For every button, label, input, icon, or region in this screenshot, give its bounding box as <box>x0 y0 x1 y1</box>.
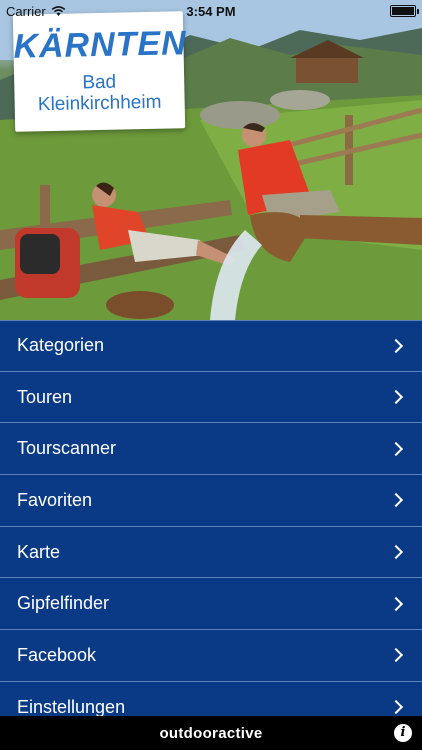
chevron-right-icon <box>388 493 404 508</box>
status-left: Carrier <box>6 4 66 19</box>
logo-wordmark: KÄRNTEN <box>13 24 188 66</box>
chevron-right-icon <box>388 648 404 663</box>
wifi-icon <box>51 5 66 16</box>
menu-item-kategorien[interactable]: Kategorien <box>0 320 422 372</box>
menu-item-tourscanner[interactable]: Tourscanner <box>0 423 422 476</box>
menu-item-karte[interactable]: Karte <box>0 526 422 579</box>
brand-label: outdooractive <box>159 724 263 742</box>
menu-item-label: Kategorien <box>17 335 105 356</box>
menu-item-label: Touren <box>17 386 73 407</box>
menu-item-favoriten[interactable]: Favoriten <box>0 475 422 527</box>
battery-icon <box>390 5 419 17</box>
chevron-right-icon <box>388 700 404 715</box>
status-bar: Carrier 3:54 PM <box>0 0 422 22</box>
chevron-right-icon <box>388 389 404 405</box>
menu-item-einstellungen[interactable]: Einstellungen <box>0 681 422 716</box>
logo-line-2: Kleinkirchheim <box>37 91 162 116</box>
menu-item-facebook[interactable]: Facebook <box>0 630 422 682</box>
menu-item-label: Favoriten <box>17 489 93 510</box>
menu-item-gipfelfinder[interactable]: Gipfelfinder <box>0 578 422 631</box>
chevron-right-icon <box>388 545 404 560</box>
battery-fill <box>392 7 414 15</box>
menu-item-label: Facebook <box>17 644 97 665</box>
menu-item-label: Gipfelfinder <box>17 593 110 614</box>
menu-item-touren[interactable]: Touren <box>0 371 422 424</box>
chevron-right-icon <box>388 596 404 611</box>
footer-bar: outdooractive i <box>0 716 422 750</box>
info-icon[interactable]: i <box>394 724 412 742</box>
main-menu: Kategorien Touren Tourscanner Favoriten … <box>0 320 422 716</box>
carrier-label: Carrier <box>6 3 46 19</box>
menu-item-label: Einstellungen <box>17 696 126 716</box>
menu-item-label: Karte <box>17 541 61 562</box>
chevron-right-icon <box>388 338 404 353</box>
menu-item-label: Tourscanner <box>17 438 117 459</box>
region-logo: KÄRNTEN Bad Kleinkirchheim <box>12 11 188 132</box>
chevron-right-icon <box>388 441 404 456</box>
